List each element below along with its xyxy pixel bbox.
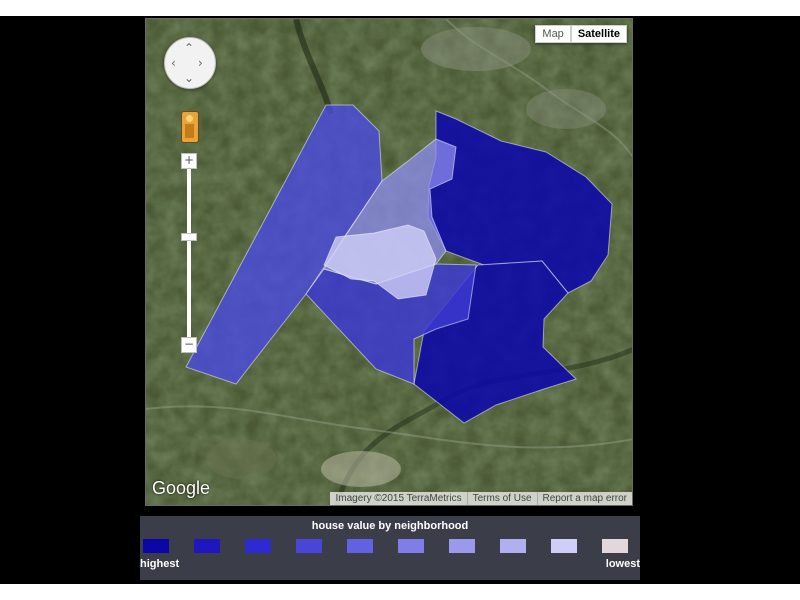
legend-swatch (347, 539, 373, 553)
pan-down-icon[interactable]: ⌄ (184, 72, 194, 84)
pan-right-icon[interactable]: › (198, 57, 203, 69)
map-type-satellite-button[interactable]: Satellite (570, 25, 627, 43)
imagery-credit: Imagery ©2015 TerraMetrics (335, 493, 462, 504)
legend-swatch (398, 539, 424, 553)
map-type-map-button[interactable]: Map (535, 25, 571, 43)
report-map-error-link[interactable]: Report a map error (536, 492, 632, 505)
legend-swatch (296, 539, 322, 553)
map-legend: house value by neighborhood highest lowe… (140, 516, 640, 580)
map-type-switcher: Map Satellite (535, 25, 627, 43)
terms-of-use-link[interactable]: Terms of Use (466, 492, 537, 505)
street-view-pegman-icon[interactable] (181, 111, 199, 143)
zoom-out-button[interactable]: − (181, 337, 197, 353)
zoom-in-button[interactable]: + (181, 153, 197, 169)
map-attribution: Imagery ©2015 TerraMetrics Terms of Use … (330, 492, 632, 505)
legend-swatch (449, 539, 475, 553)
pan-up-icon[interactable]: ⌃ (184, 42, 194, 54)
legend-low-label: lowest (605, 558, 640, 570)
map-view[interactable]: Map Satellite ⌃ ⌄ ‹ › + − Google Imagery… (145, 18, 633, 506)
legend-swatch (602, 539, 628, 553)
legend-high-label: highest (140, 558, 180, 570)
google-logo[interactable]: Google (152, 478, 210, 499)
legend-title: house value by neighborhood (311, 520, 469, 532)
page-bottom-margin (0, 584, 800, 600)
page-top-margin (0, 0, 800, 16)
legend-swatch (245, 539, 271, 553)
zoom-slider-thumb[interactable] (181, 233, 197, 241)
legend-swatch (500, 539, 526, 553)
legend-swatch (194, 539, 220, 553)
pan-left-icon[interactable]: ‹ (171, 57, 176, 69)
legend-swatch (143, 539, 169, 553)
satellite-imagery (146, 19, 632, 505)
zoom-slider-track[interactable] (187, 169, 191, 347)
legend-swatch (551, 539, 577, 553)
pan-control-icon[interactable]: ⌃ ⌄ ‹ › (164, 37, 216, 89)
